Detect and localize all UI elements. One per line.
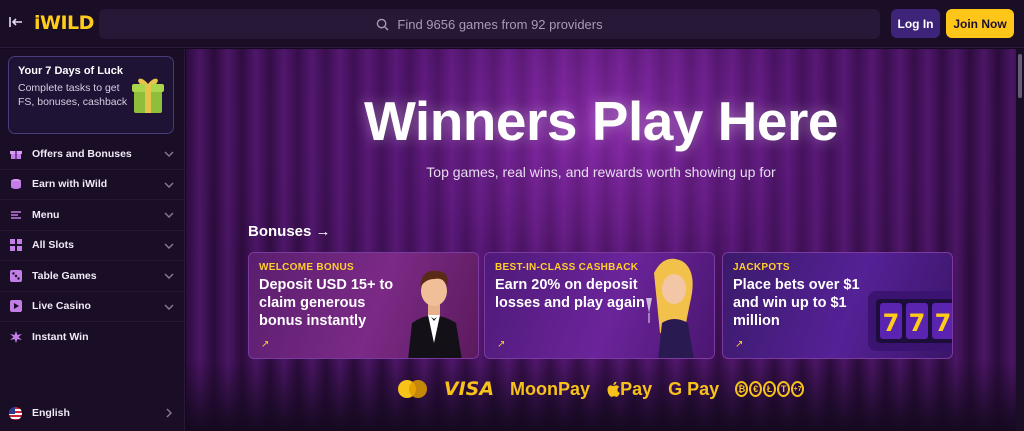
- apple-pay-label: Pay: [620, 378, 653, 399]
- hero-section: Winners Play Here Top games, real wins, …: [186, 49, 1016, 431]
- hero-subtitle: Top games, real wins, and rewards worth …: [426, 164, 776, 180]
- sidebar-item-label: Instant Win: [32, 331, 89, 344]
- top-header: iWILD Find 9656 games from 92 providers …: [0, 0, 1024, 48]
- hero-title: Winners Play Here: [364, 90, 839, 152]
- chevron-right-icon: [166, 408, 172, 418]
- svg-text:7: 7: [883, 309, 900, 337]
- language-label: English: [32, 407, 70, 419]
- burst-icon: [9, 331, 22, 344]
- crypto-coin-icon: T: [777, 381, 791, 397]
- bonuses-heading: Bonuses: [248, 223, 312, 240]
- bonus-card-cashback[interactable]: BEST-IN-CLASS CASHBACK Earn 20% on depos…: [484, 252, 715, 359]
- coins-icon: [9, 178, 22, 191]
- game-search-bar[interactable]: Find 9656 games from 92 providers: [99, 9, 880, 39]
- sidebar-item-earn[interactable]: Earn with iWild: [0, 170, 185, 200]
- menu-icon: [9, 208, 22, 221]
- crypto-coin-icon: ₿: [735, 381, 749, 397]
- google-pay-logo: G Pay: [668, 378, 720, 399]
- play-icon: [9, 300, 22, 313]
- sidebar-item-label: Table Games: [32, 269, 97, 282]
- login-button[interactable]: Log In: [891, 9, 940, 38]
- bonus-card-welcome[interactable]: WELCOME BONUS Deposit USD 15+ to claim g…: [248, 252, 479, 359]
- us-flag-icon: [9, 406, 22, 420]
- sidebar-item-label: Live Casino: [32, 300, 91, 313]
- sidebar-collapse-icon[interactable]: [8, 14, 26, 32]
- payment-methods: VISA MoonPay Pay G Pay ₿ € Ł T +7: [186, 375, 1016, 403]
- sidebar-item-live-casino[interactable]: Live Casino: [0, 292, 185, 322]
- crypto-coin-icon: Ł: [763, 381, 777, 397]
- scrollbar-thumb[interactable]: [1018, 54, 1022, 98]
- visa-logo: VISA: [443, 378, 495, 400]
- arrow-up-right-icon: ↗: [735, 339, 744, 350]
- chevron-down-icon: [164, 243, 174, 249]
- sidebar-item-instant-win[interactable]: Instant Win: [0, 322, 185, 353]
- sidebar-item-all-slots[interactable]: All Slots: [0, 231, 185, 261]
- luck-promo-card[interactable]: Your 7 Days of Luck Complete tasks to ge…: [8, 56, 174, 134]
- card-text: Place bets over $1 and win up to $1 mill…: [733, 277, 860, 329]
- arrow-up-right-icon: ↗: [497, 339, 506, 350]
- page-scrollbar[interactable]: [1016, 49, 1024, 431]
- crypto-more-badge: ₿ € Ł T +7: [735, 381, 805, 397]
- more-count: +7: [791, 381, 805, 397]
- crypto-coin-icon: €: [749, 381, 763, 397]
- apple-icon: [607, 381, 620, 397]
- apple-pay-logo: Pay: [606, 379, 652, 400]
- sidebar-item-table-games[interactable]: Table Games: [0, 261, 185, 292]
- arrow-up-right-icon: ↗: [261, 339, 270, 350]
- site-logo[interactable]: iWILD: [34, 12, 94, 34]
- bonus-card-jackpots[interactable]: JACKPOTS Place bets over $1 and win up t…: [722, 252, 953, 359]
- chevron-down-icon: [164, 273, 174, 279]
- gift-box-icon: [132, 78, 164, 113]
- sidebar-item-label: Menu: [32, 208, 60, 221]
- chevron-down-icon: [164, 151, 174, 157]
- sidebar-item-label: Earn with iWild: [32, 178, 108, 191]
- search-placeholder: Find 9656 games from 92 providers: [397, 16, 603, 32]
- search-icon: [377, 18, 389, 31]
- chevron-down-icon: [164, 212, 174, 218]
- join-now-button[interactable]: Join Now: [946, 9, 1014, 38]
- bonuses-heading-link[interactable]: Bonuses →: [248, 223, 331, 240]
- chevron-down-icon: [164, 304, 174, 310]
- mastercard-icon: [397, 380, 428, 398]
- gift-icon: [9, 147, 22, 160]
- promo-text: Complete tasks to get FS, bonuses, cashb…: [18, 82, 128, 108]
- moonpay-logo: MoonPay: [510, 378, 591, 399]
- dice-icon: [9, 269, 22, 282]
- sidebar-item-label: All Slots: [32, 239, 75, 252]
- svg-text:7: 7: [935, 309, 952, 337]
- sidebar: Your 7 Days of Luck Complete tasks to ge…: [0, 49, 185, 431]
- sidebar-item-label: Offers and Bonuses: [32, 147, 132, 160]
- arrow-right-icon: →: [315, 223, 331, 240]
- card-text: Earn 20% on deposit losses and play agai…: [495, 277, 645, 311]
- sidebar-item-menu[interactable]: Menu: [0, 200, 185, 231]
- language-selector[interactable]: English: [0, 399, 185, 427]
- sidebar-nav: Offers and Bonuses Earn with iWild Menu …: [0, 139, 185, 353]
- card-text: Deposit USD 15+ to claim generous bonus …: [259, 277, 394, 329]
- grid-icon: [9, 239, 22, 252]
- chevron-down-icon: [164, 182, 174, 188]
- svg-text:7: 7: [909, 309, 926, 337]
- sidebar-item-offers[interactable]: Offers and Bonuses: [0, 139, 185, 170]
